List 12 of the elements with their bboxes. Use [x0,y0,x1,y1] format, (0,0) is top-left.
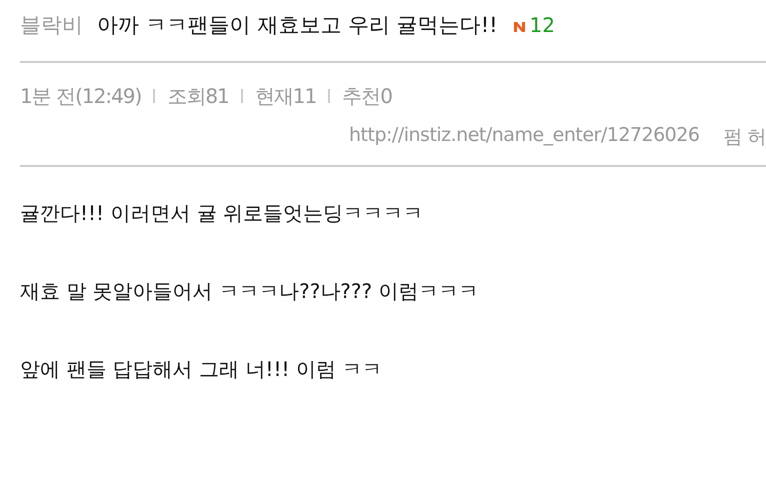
meta-text: 추천0 [342,82,392,110]
body-paragraph: 재효 말 못알아들어서 ㅋㅋㅋ나??나??? 이럼ㅋㅋㅋ [20,278,480,305]
comment-count[interactable]: 12 [530,13,555,37]
body-paragraph: 귤깐다!!! 이러면서 귤 위로들엇는딩ㅋㅋㅋㅋ [20,200,424,227]
meta-text: 조회81 [167,82,229,110]
meta-text: 1분 전(12:49) [20,82,142,110]
copy-permission: 펌 허 [723,125,766,150]
post-title: 아까 ㅋㅋ팬들이 재효보고 우리 귤먹는다!! [97,12,498,39]
meta-text: 현재11 [254,82,316,110]
post-url[interactable]: http://instiz.net/name_enter/12726026 [349,124,700,154]
body-paragraph: 앞에 팬들 답답해서 그래 너!!! 이럼 ㅋㅋ [20,356,384,383]
author-name: 블락비 [20,12,83,39]
